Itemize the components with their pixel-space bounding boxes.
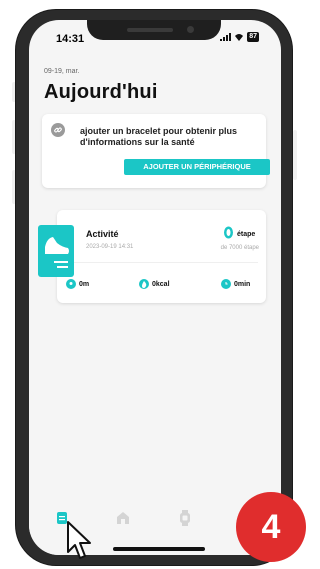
duration-value: 0min: [234, 280, 251, 288]
link-icon: [51, 123, 65, 137]
calories-stat: 0kcal: [139, 279, 170, 289]
divider: [65, 262, 258, 263]
battery-indicator: 87: [247, 32, 259, 42]
watch-icon[interactable]: [177, 510, 193, 526]
calories-value: 0kcal: [152, 280, 170, 288]
home-icon[interactable]: [115, 510, 131, 526]
wifi-icon: [235, 34, 244, 41]
step-marker: 4: [236, 492, 306, 562]
location-icon: [66, 279, 76, 289]
page-date: 09-19, mar.: [44, 68, 80, 75]
speaker: [127, 28, 173, 32]
footprint-icon: [224, 226, 233, 239]
clock-icon: [221, 279, 231, 289]
phone-side-button: [293, 130, 297, 180]
notch: [87, 20, 221, 40]
activity-timestamp: 2023-09-19 14:31: [86, 244, 134, 250]
add-device-card: ajouter un bracelet pour obtenir plus d'…: [42, 114, 270, 188]
camera: [187, 26, 194, 33]
flame-icon: [139, 279, 149, 289]
steps-goal: de 7000 étape: [220, 245, 259, 251]
signal-icon: [220, 33, 232, 41]
activity-title: Activité: [86, 229, 119, 239]
status-time: 14:31: [56, 33, 85, 45]
shoe-icon: [38, 225, 74, 277]
cursor-icon: [67, 521, 91, 559]
activity-card[interactable]: Activité 2023-09-19 14:31 étape de 7000 …: [57, 210, 266, 303]
steps-unit: étape: [237, 231, 256, 238]
add-device-message: ajouter un bracelet pour obtenir plus d'…: [80, 126, 238, 147]
add-device-button[interactable]: AJOUTER UN PÉRIPHÉRIQUE: [124, 159, 270, 175]
status-icons: 87: [220, 32, 259, 42]
duration-stat: 0min: [221, 279, 250, 289]
page-title: Aujourd'hui: [44, 81, 158, 103]
home-indicator: [113, 547, 205, 551]
distance-stat: 0m: [66, 279, 89, 289]
phone-screen: 14:31 87 09-19, mar. Aujourd'hui ajouter…: [29, 20, 281, 555]
distance-value: 0m: [79, 280, 90, 288]
